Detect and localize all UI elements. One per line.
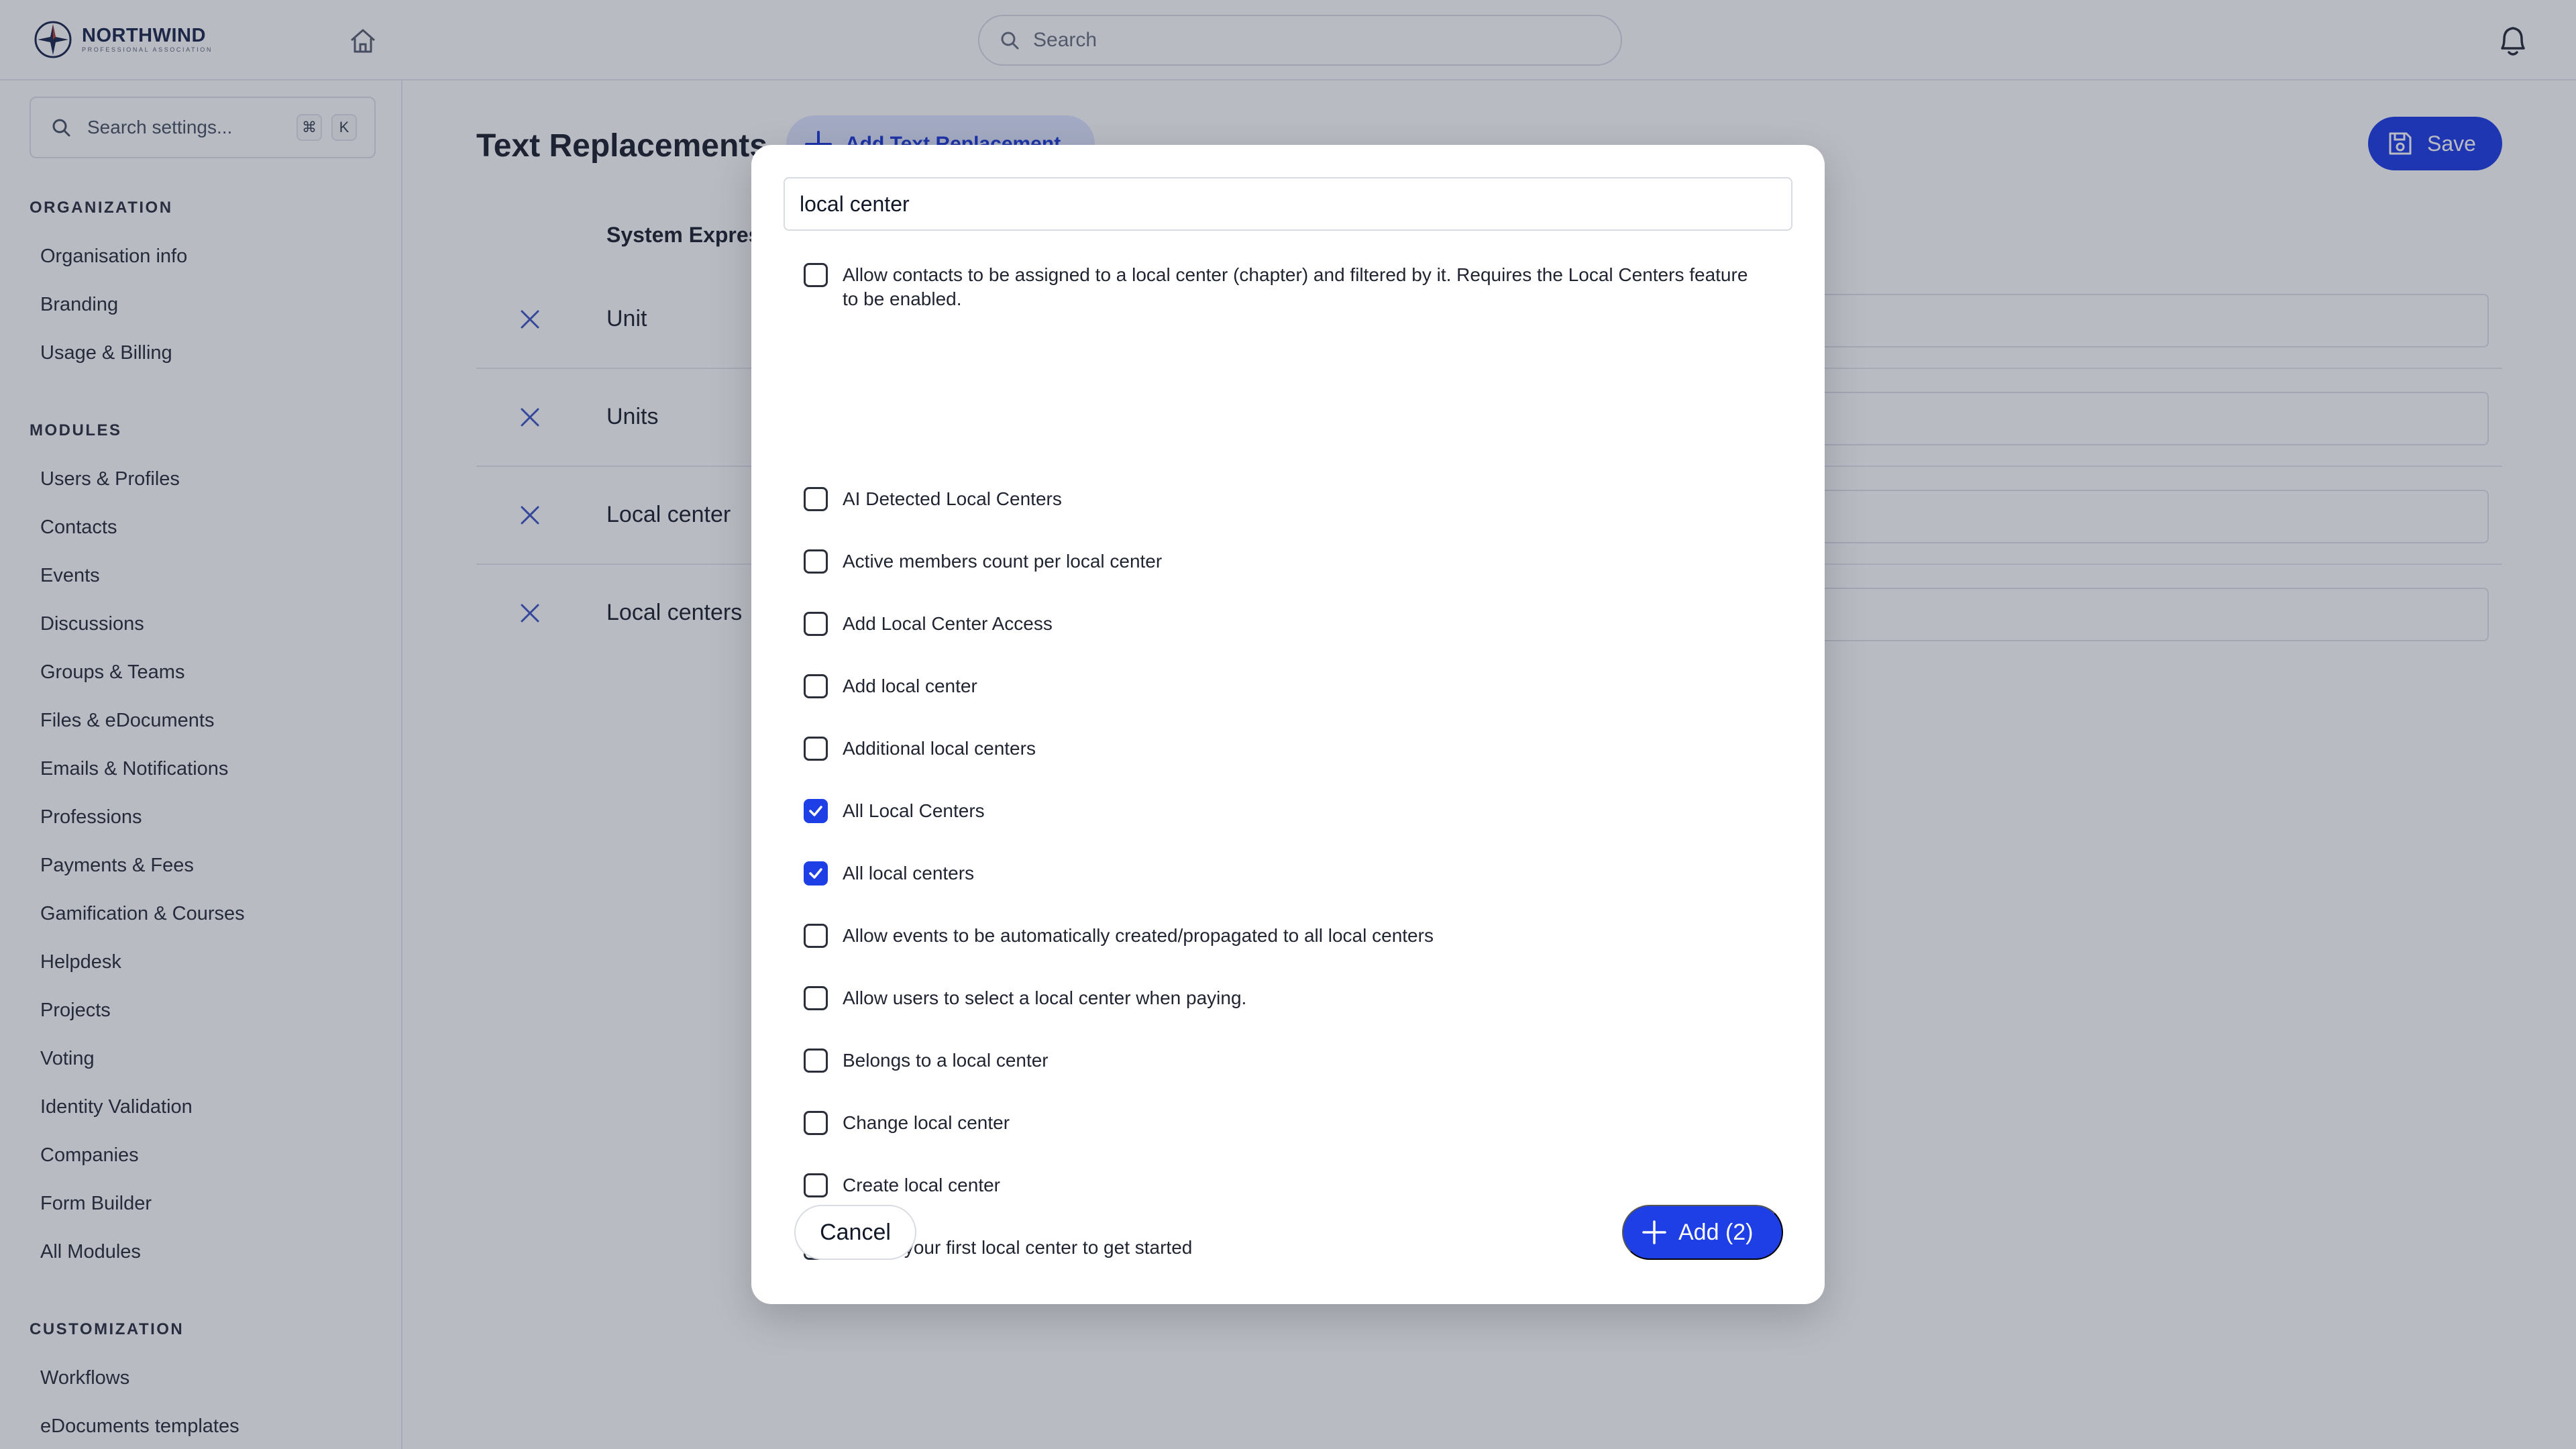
option-checkbox[interactable]: [804, 1111, 828, 1135]
checkmark-icon: [809, 806, 822, 816]
option-label: Additional local centers: [843, 738, 1036, 759]
option-item[interactable]: Allow users to select a local center whe…: [804, 986, 1770, 1010]
option-item[interactable]: Allow events to be automatically created…: [804, 924, 1770, 948]
option-checkbox[interactable]: [804, 487, 828, 511]
select-expressions-modal: Allow contacts to be assigned to a local…: [751, 145, 1825, 1304]
option-checkbox[interactable]: [804, 1173, 828, 1197]
option-item[interactable]: Additional local centers: [804, 737, 1770, 761]
option-item[interactable]: Allow contacts to be assigned to a local…: [804, 263, 1770, 311]
option-item[interactable]: Create local center: [804, 1173, 1770, 1197]
option-label: Allow events to be automatically created…: [843, 925, 1434, 946]
option-checkbox[interactable]: [804, 737, 828, 761]
add-selected-button[interactable]: Add (2): [1622, 1205, 1783, 1260]
option-label: Change local center: [843, 1112, 1010, 1133]
option-checkbox[interactable]: [804, 674, 828, 698]
option-item[interactable]: Change local center: [804, 1111, 1770, 1135]
option-checkbox[interactable]: [804, 549, 828, 574]
option-item[interactable]: Active members count per local center: [804, 549, 1770, 574]
checkmark-icon: [809, 868, 822, 879]
option-checkbox[interactable]: [804, 1049, 828, 1073]
option-item[interactable]: All local centers: [804, 861, 1770, 885]
option-item[interactable]: AI Detected Local Centers: [804, 487, 1770, 511]
option-checkbox[interactable]: [804, 612, 828, 636]
modal-search-input[interactable]: [784, 177, 1792, 231]
option-label: All Local Centers: [843, 800, 985, 821]
option-checkbox[interactable]: [804, 986, 828, 1010]
option-label: Allow users to select a local center whe…: [843, 987, 1247, 1008]
option-label: AI Detected Local Centers: [843, 488, 1062, 509]
option-label: Active members count per local center: [843, 551, 1163, 572]
option-item[interactable]: All Local Centers: [804, 799, 1770, 823]
option-label: Allow contacts to be assigned to a local…: [843, 264, 1748, 309]
cancel-button[interactable]: Cancel: [794, 1205, 916, 1260]
add-selected-label: Add (2): [1678, 1219, 1754, 1245]
option-label: Add Local Center Access: [843, 613, 1053, 634]
option-label: Add local center: [843, 676, 977, 696]
option-label: Belongs to a local center: [843, 1050, 1049, 1071]
option-checkbox[interactable]: [804, 263, 828, 287]
option-label: All local centers: [843, 863, 975, 883]
option-item[interactable]: Belongs to a local center: [804, 1049, 1770, 1073]
option-checkbox[interactable]: [804, 924, 828, 948]
plus-icon: [1642, 1220, 1666, 1244]
option-item[interactable]: Add local center: [804, 674, 1770, 698]
option-item[interactable]: Add Local Center Access: [804, 612, 1770, 636]
option-checkbox[interactable]: [804, 861, 828, 885]
option-checkbox[interactable]: [804, 799, 828, 823]
option-label: Create local center: [843, 1175, 1001, 1195]
